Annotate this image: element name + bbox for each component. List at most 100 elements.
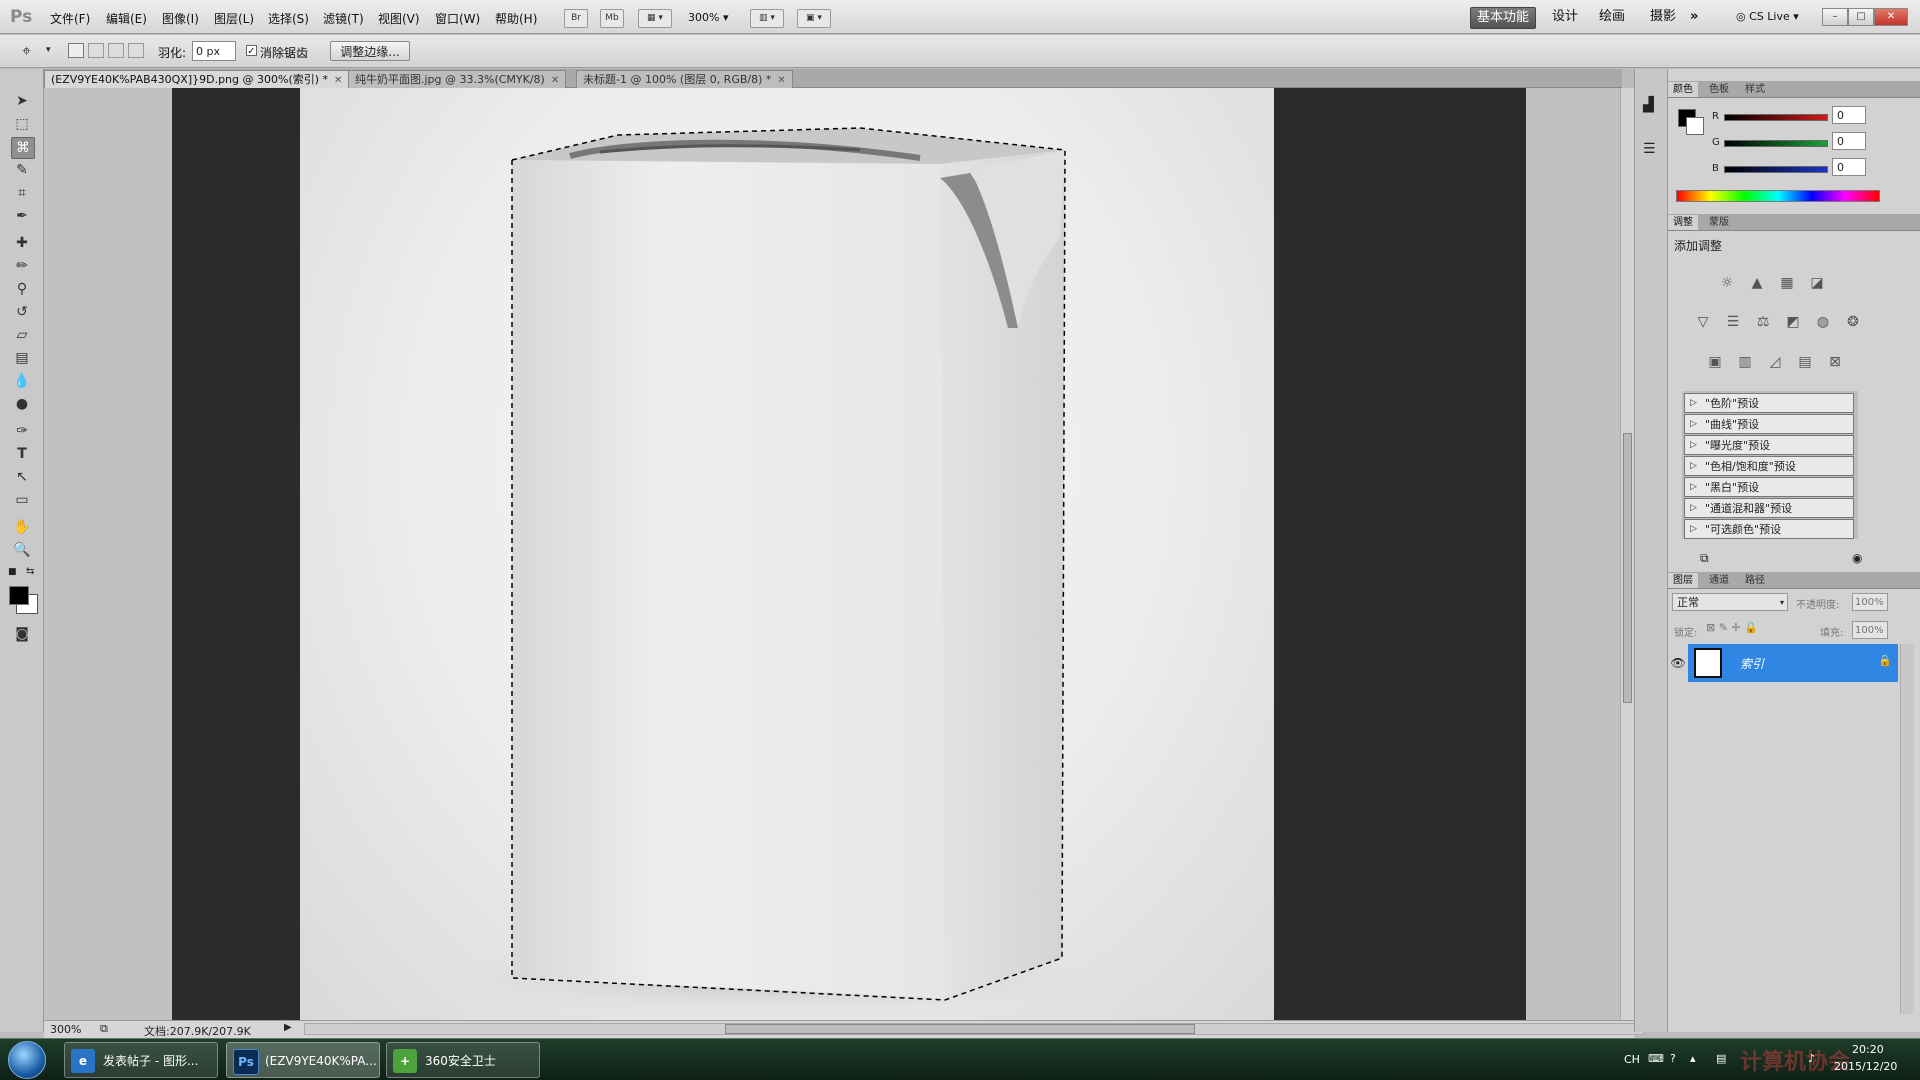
preset-hue-saturation[interactable]: ▷ "色相/饱和度"预设 (1684, 456, 1854, 476)
zoom-tool-icon[interactable]: 🔍 (11, 540, 33, 560)
vertical-scroll-thumb[interactable] (1623, 433, 1632, 703)
help-icon[interactable]: ? (1670, 1052, 1676, 1065)
vertical-scrollbar[interactable] (1620, 88, 1634, 1020)
tab-document-3[interactable]: 未标题-1 @ 100% (图层 0, RGB/8) * ✕ (576, 70, 793, 89)
zoom-level-select[interactable]: 300% ▾ (688, 11, 728, 24)
tab-document-2[interactable]: 纯牛奶平面图.jpg @ 33.3%(CMYK/8) ✕ (348, 70, 567, 89)
clock-time[interactable]: 20:20 (1852, 1043, 1884, 1056)
menu-layer[interactable]: 图层(L) (214, 10, 254, 27)
fill-input[interactable]: 100% (1852, 621, 1888, 639)
horizontal-scrollbar[interactable] (304, 1023, 1644, 1035)
default-colors-icon[interactable]: ■ (8, 567, 17, 577)
status-zoom-icon[interactable]: ⧉ (100, 1022, 108, 1036)
gradient-tool-icon[interactable]: ▤ (11, 348, 33, 368)
menu-view[interactable]: 视图(V) (378, 10, 420, 27)
rectangle-tool-icon[interactable]: ▭ (11, 490, 33, 510)
color-panel-background-swatch[interactable] (1686, 117, 1704, 135)
lock-icons[interactable]: ⊠ ✎ ✛ 🔒 (1706, 621, 1758, 634)
close-tab-icon[interactable]: ✕ (334, 75, 342, 86)
input-language[interactable]: CH (1624, 1053, 1640, 1066)
start-button[interactable] (8, 1041, 46, 1079)
b-value[interactable]: 0 (1832, 158, 1866, 176)
preset-selective-color[interactable]: ▷ "可选颜色"预设 (1684, 519, 1854, 539)
swap-colors-icon[interactable]: ⇆ (26, 566, 34, 577)
maximize-button[interactable]: □ (1848, 8, 1874, 26)
histogram-icon[interactable]: ▟ (1643, 97, 1654, 113)
arrange-documents-icon[interactable]: ▥ ▾ (750, 9, 784, 28)
more-workspaces-button[interactable]: » (1684, 7, 1704, 27)
path-selection-tool-icon[interactable]: ↖ (11, 467, 33, 487)
tab-layers[interactable]: 图层 (1668, 573, 1698, 588)
close-tab-icon[interactable]: ✕ (551, 75, 559, 86)
refine-edge-button[interactable]: 调整边缘... (330, 41, 410, 61)
workspace-essentials[interactable]: 基本功能 (1470, 7, 1537, 29)
status-menu-arrow-icon[interactable]: ▶ (284, 1022, 292, 1033)
view-extras-icon[interactable]: ▦ ▾ (638, 9, 672, 28)
blur-tool-icon[interactable]: 💧 (11, 371, 33, 391)
bridge-button[interactable]: Br (564, 9, 588, 28)
healing-brush-tool-icon[interactable]: ✚ (11, 233, 33, 253)
cs-live-button[interactable]: ◎ CS Live ▾ (1736, 10, 1799, 23)
levels-icon[interactable]: ▲ (1746, 272, 1768, 294)
dodge-tool-icon[interactable]: ● (11, 394, 33, 414)
clock-date[interactable]: 2015/12/20 (1834, 1060, 1897, 1073)
layer-visibility-eye-icon[interactable]: 👁 (1668, 644, 1688, 682)
menu-help[interactable]: 帮助(H) (495, 10, 537, 27)
menu-window[interactable]: 窗口(W) (435, 10, 480, 27)
preset-levels[interactable]: ▷ "色阶"预设 (1684, 393, 1854, 413)
clip-to-layer-icon[interactable]: ⧉ (1700, 551, 1709, 566)
horizontal-scroll-thumb[interactable] (725, 1024, 1195, 1034)
posterize-icon[interactable]: ▥ (1734, 351, 1756, 373)
invert-icon[interactable]: ▣ (1704, 351, 1726, 373)
pen-tool-icon[interactable]: ✑ (11, 421, 33, 441)
type-tool-icon[interactable]: T (11, 444, 33, 464)
tab-swatches[interactable]: 色板 (1704, 82, 1734, 97)
menu-edit[interactable]: 编辑(E) (106, 10, 147, 27)
menu-select[interactable]: 选择(S) (268, 10, 309, 27)
milk-carton-image[interactable] (300, 88, 1274, 1020)
selective-color-icon[interactable]: ⊠ (1824, 351, 1846, 373)
quick-selection-tool-icon[interactable]: ✎ (11, 160, 33, 180)
marquee-tool-icon[interactable]: ⬚ (11, 114, 33, 134)
g-value[interactable]: 0 (1832, 132, 1866, 150)
screen-mode-icon[interactable]: ▣ ▾ (797, 9, 831, 28)
tab-adjustments[interactable]: 调整 (1668, 215, 1698, 230)
photo-filter-icon[interactable]: ◍ (1812, 311, 1834, 333)
exposure-icon[interactable]: ◪ (1806, 272, 1828, 294)
workspace-design[interactable]: 设计 (1546, 7, 1584, 27)
color-balance-icon[interactable]: ⚖ (1752, 311, 1774, 333)
blend-mode-select[interactable]: 正常 ▾ (1672, 593, 1788, 611)
layer-name[interactable]: 索引 (1740, 655, 1764, 672)
mini-bridge-button[interactable]: Mb (600, 9, 624, 28)
eraser-tool-icon[interactable]: ▱ (11, 325, 33, 345)
new-selection-icon[interactable] (68, 43, 84, 58)
clone-stamp-tool-icon[interactable]: ⚲ (11, 279, 33, 299)
color-spectrum-bar[interactable] (1676, 190, 1880, 202)
polygonal-lasso-icon[interactable]: ⌖ (22, 41, 31, 61)
feather-input[interactable]: 0 px (192, 41, 236, 61)
history-brush-tool-icon[interactable]: ↺ (11, 302, 33, 322)
tray-arrow-icon[interactable]: ▴ (1690, 1052, 1696, 1065)
vibrance-icon[interactable]: ▽ (1692, 311, 1714, 333)
lasso-tool-icon[interactable]: ⌘ (11, 137, 35, 159)
taskbar-photoshop-button[interactable]: Ps (EZV9YE40K%PA... (226, 1042, 380, 1078)
brightness-icon[interactable]: ☼ (1716, 272, 1738, 294)
close-button[interactable]: ✕ (1874, 8, 1908, 26)
workspace-photography[interactable]: 摄影 (1644, 7, 1682, 27)
layers-scrollbar[interactable] (1900, 644, 1914, 1014)
menu-image[interactable]: 图像(I) (162, 10, 199, 27)
tab-channels[interactable]: 通道 (1704, 573, 1734, 588)
menu-filter[interactable]: 滤镜(T) (323, 10, 364, 27)
layer-row[interactable]: 索引 🔒 (1688, 644, 1898, 682)
close-tab-icon[interactable]: ✕ (777, 75, 785, 86)
adjustment-options-icon[interactable]: ◉ (1852, 551, 1862, 565)
antialias-checkbox[interactable]: ✓ (246, 45, 257, 57)
gradient-map-icon[interactable]: ▤ (1794, 351, 1816, 373)
foreground-color-swatch[interactable] (9, 586, 29, 605)
b-slider[interactable] (1724, 166, 1828, 173)
preset-black-white[interactable]: ▷ "黑白"预设 (1684, 477, 1854, 497)
tool-preset-dropdown-icon[interactable]: ▾ (46, 45, 51, 55)
threshold-icon[interactable]: ◿ (1764, 351, 1786, 373)
minimize-button[interactable]: – (1822, 8, 1848, 26)
add-to-selection-icon[interactable] (88, 43, 104, 58)
